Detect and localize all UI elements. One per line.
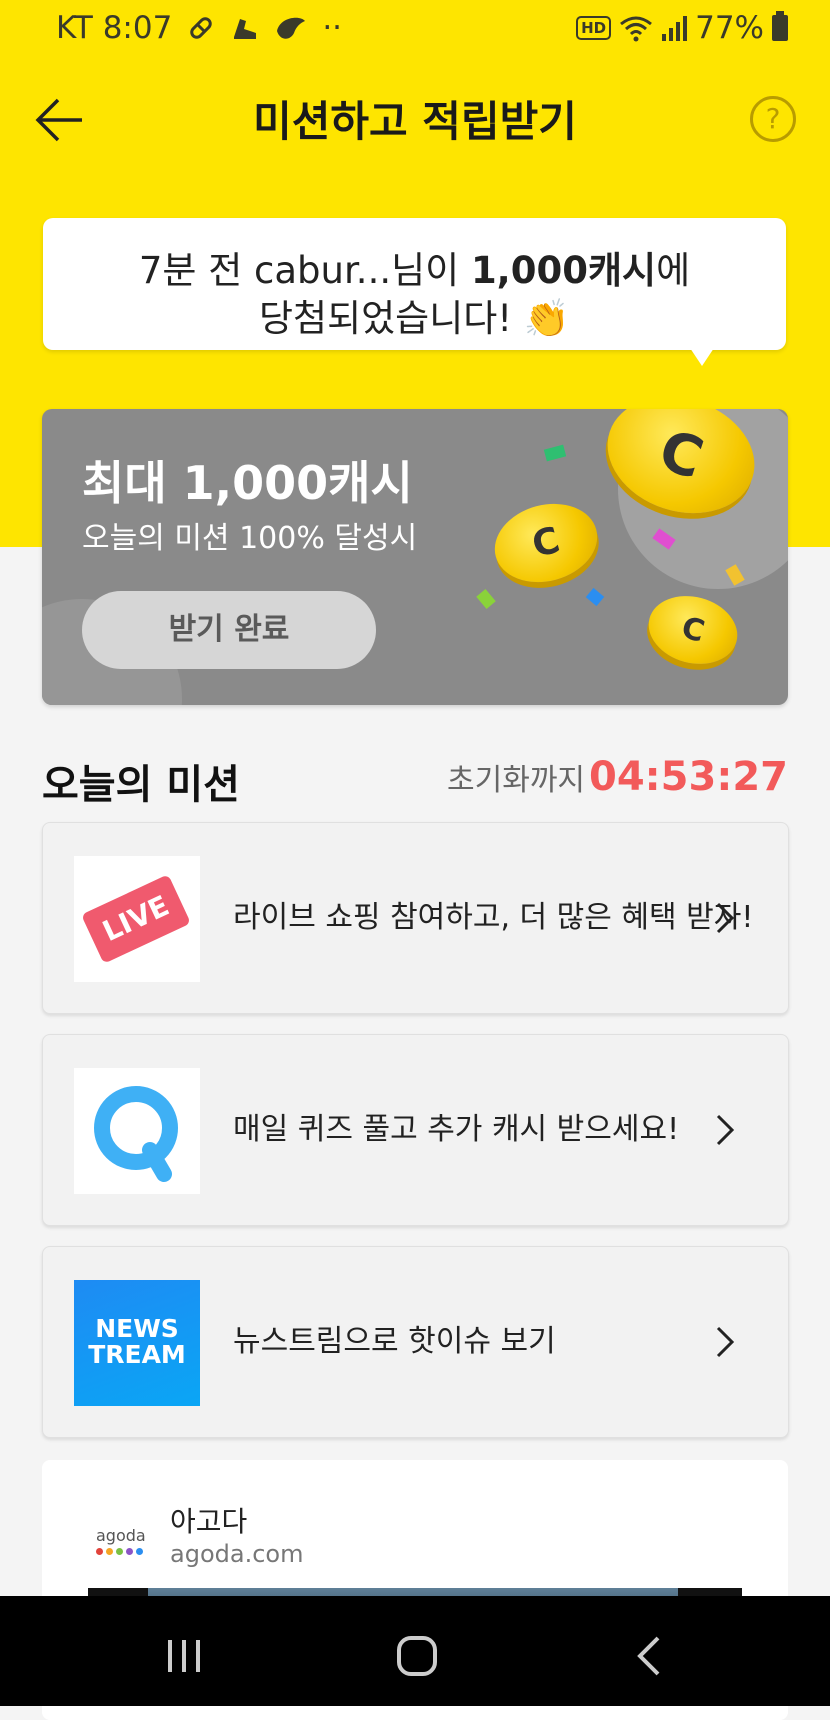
winner-notice-amount: 1,000캐시 [470,249,657,292]
quiz-q-icon [94,1086,178,1182]
carrier-time: KT 8:07 [56,10,173,46]
agoda-logo-dots [96,1548,143,1555]
battery-percent: 77% [695,10,764,46]
quiz-icon [74,1068,200,1194]
system-nav-bar [0,1596,830,1706]
chevron-right-icon [716,902,735,934]
coin-icon: C [485,492,607,594]
reward-banner: 최대 1,000캐시 오늘의 미션 100% 달성시 받기 완료 C C C [42,409,788,705]
agoda-logo: agoda [96,1526,146,1545]
leaf-icon [277,17,306,39]
newstream-icon: NEWS TREAM [74,1280,200,1406]
coin-icon: C [640,586,746,674]
live-tag: LIVE [81,874,191,964]
hd-voice-icon: HD [576,16,612,40]
pill-icon [190,17,213,39]
winner-notice: 7분 전 cabur...님이 1,000캐시에 당첨되었습니다! 👏 [43,218,786,350]
newstream-logo-line1: NEWS [95,1314,179,1343]
back-icon[interactable] [620,1626,680,1686]
signal-icon [662,16,688,41]
mission-label: 매일 퀴즈 풀고 추가 캐시 받으세요! [233,1112,680,1147]
confetti [585,587,605,607]
mission-card-live[interactable]: LIVE 라이브 쇼핑 참여하고, 더 많은 혜택 받자! [42,822,789,1014]
winner-notice-prefix: 7분 전 cabur...님이 [138,249,471,292]
mission-card-quiz[interactable]: 매일 퀴즈 풀고 추가 캐시 받으세요! [42,1034,789,1226]
missions-title: 오늘의 미션 [42,762,240,808]
coin-letter: C [651,417,711,493]
winner-notice-suffix: 에 [656,249,691,292]
ad-url: agoda.com [170,1540,304,1568]
reset-countdown: 초기화까지 04:53:27 [447,754,788,800]
status-bar: KT 8:07 ·· HD 77% [0,0,830,60]
claim-complete-button[interactable]: 받기 완료 [82,591,376,669]
home-icon[interactable] [387,1626,447,1686]
coin-letter: C [677,610,709,650]
countdown-timer: 04:53:27 [589,754,788,800]
wifi-icon [620,16,653,42]
reset-label: 초기화까지 [447,763,586,798]
page-title: 미션하고 적립받기 [253,97,577,146]
battery-icon [772,11,788,41]
ad-advertiser-name: 아고다 [170,1505,248,1538]
newstream-logo-text: NEWS TREAM [74,1316,200,1368]
chevron-right-icon [716,1114,735,1146]
shoe-icon [234,19,257,39]
mission-card-newstream[interactable]: NEWS TREAM 뉴스트림으로 핫이슈 보기 [42,1246,789,1438]
chevron-right-icon [716,1326,735,1358]
recents-icon[interactable] [154,1626,214,1686]
banner-headline: 최대 1,000캐시 [82,456,413,510]
mission-label: 라이브 쇼핑 참여하고, 더 많은 혜택 받자! [233,900,754,935]
confetti [476,589,496,609]
banner-subline: 오늘의 미션 100% 달성시 [82,521,418,556]
help-icon[interactable]: ? [750,96,796,142]
newstream-logo-line2: TREAM [88,1340,186,1369]
live-icon: LIVE [74,856,200,982]
mission-label: 뉴스트림으로 핫이슈 보기 [233,1324,556,1359]
bubble-tail [690,348,714,366]
more-dots-icon: ·· [322,10,343,46]
confetti [543,444,567,462]
winner-notice-line1: 7분 전 cabur...님이 1,000캐시에 [43,240,786,294]
coin-letter: C [527,519,565,567]
winner-notice-line2: 당첨되었습니다! 👏 [259,297,570,340]
